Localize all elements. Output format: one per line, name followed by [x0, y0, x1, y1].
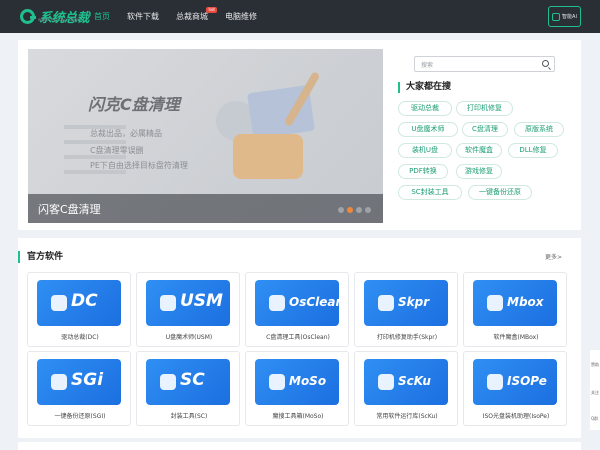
- hot-tag[interactable]: SC封装工具: [398, 185, 462, 200]
- app-label: 驱动总裁(DC): [61, 334, 99, 341]
- hot-tag[interactable]: 打印机修复: [456, 101, 513, 116]
- top-navbar: [0, 0, 600, 33]
- sponsor-button[interactable]: 赞助: [591, 362, 599, 368]
- nav-item-store[interactable]: 总裁商城 hot: [176, 0, 217, 33]
- carousel-dot[interactable]: [356, 207, 362, 213]
- app-logo-text: MoSo: [289, 374, 327, 388]
- app-label: C盘清理工具(OsClean): [266, 334, 330, 341]
- logo-icon: [20, 8, 36, 24]
- app-logo-text: OsClean: [289, 295, 345, 309]
- app-card-mbox[interactable]: Mbox 软件魔盒(MBox): [463, 272, 567, 347]
- app-label: 打印机修复助手(Skpr): [376, 334, 438, 341]
- logo-url: www.sysceo.com: [38, 17, 80, 22]
- broom-icon: [269, 295, 285, 311]
- app-label: 魔搜工具箱(MoSo): [272, 413, 324, 420]
- carousel-dot-active[interactable]: [347, 207, 353, 213]
- qq-group-button[interactable]: Q群: [591, 416, 598, 422]
- carousel-dot[interactable]: [338, 207, 344, 213]
- site-logo[interactable]: 系统总裁: [20, 7, 90, 26]
- printer-icon: [378, 295, 394, 311]
- app-logo-text: DC: [71, 291, 98, 311]
- next-section-edge: [18, 442, 581, 450]
- app-logo-text: ScKu: [398, 374, 431, 388]
- hot-tag[interactable]: 原版系统: [514, 122, 564, 137]
- nav-item-download[interactable]: 软件下载: [127, 0, 159, 33]
- app-card-sgi[interactable]: SGi 一键备份还原(SGI): [27, 351, 131, 426]
- banner-caption[interactable]: 闪客C盘清理: [38, 201, 101, 217]
- banner-title: 闪克C盘清理: [88, 95, 180, 114]
- app-label: 常用软件运行库(ScKu): [376, 413, 438, 420]
- banner-illustration-box: [233, 134, 303, 179]
- app-label: 一键备份还原(SGI): [54, 413, 106, 420]
- hot-tag[interactable]: 游戏修复: [456, 164, 502, 179]
- banner-line-1: 总裁出品，必属精品: [90, 129, 162, 138]
- restore-icon: [51, 374, 67, 390]
- app-card-dc[interactable]: DC 驱动总裁(DC): [27, 272, 131, 347]
- package-icon: [160, 374, 176, 390]
- disc-icon: [487, 374, 503, 390]
- ai-button-label: 智能AI: [562, 14, 577, 20]
- ai-button[interactable]: 智能AI: [548, 6, 581, 27]
- usb-icon: [160, 295, 176, 311]
- search-icon[interactable]: [542, 60, 549, 67]
- logo-text: 系统总裁: [39, 10, 90, 26]
- hot-tag[interactable]: C盘清理: [462, 122, 508, 137]
- app-label: U盘魔术师(USM): [165, 334, 213, 341]
- app-card-skpr[interactable]: Skpr 打印机修复助手(Skpr): [354, 272, 458, 347]
- app-label: 软件魔盒(MBox): [493, 334, 539, 341]
- app-logo-text: USM: [180, 291, 223, 311]
- carousel-dot[interactable]: [365, 207, 371, 213]
- main-nav: 首页 软件下载 总裁商城 hot 电脑维修: [94, 0, 274, 33]
- hot-tag[interactable]: PDF转换: [398, 164, 448, 179]
- app-logo-text: SC: [180, 370, 205, 390]
- search-placeholder: 搜索: [421, 62, 434, 69]
- hot-tag[interactable]: DLL修复: [508, 143, 558, 158]
- more-link[interactable]: 更多>: [545, 252, 562, 261]
- app-label: ISO光盘装机助理(IsoPe): [482, 413, 550, 420]
- section-title: 官方软件: [18, 251, 63, 263]
- app-card-moso[interactable]: MoSo 魔搜工具箱(MoSo): [245, 351, 349, 426]
- app-card-scku[interactable]: ScKu 常用软件运行库(ScKu): [354, 351, 458, 426]
- app-card-usm[interactable]: USM U盘魔术师(USM): [136, 272, 240, 347]
- search-input[interactable]: 搜索: [414, 56, 555, 72]
- nav-item-home[interactable]: 首页: [94, 0, 110, 33]
- floating-toolbar: 赞助 关注 Q群: [590, 350, 600, 430]
- banner-line-3: PE下自由选择目标盘符清理: [90, 161, 188, 170]
- hot-tag[interactable]: 装机U盘: [398, 143, 452, 158]
- hot-tag[interactable]: U盘魔术师: [398, 122, 458, 137]
- hot-search-title: 大家都在搜: [398, 82, 451, 93]
- carousel-dots: [338, 207, 374, 213]
- follow-button[interactable]: 关注: [591, 390, 599, 396]
- code-icon: [378, 374, 394, 390]
- search-icon: [269, 374, 285, 390]
- hot-tag[interactable]: 一键备份还原: [468, 185, 532, 200]
- app-logo-text: Mbox: [507, 295, 544, 309]
- app-logo-text: SGi: [71, 370, 104, 390]
- app-card-isope[interactable]: ISOPe ISO光盘装机助理(IsoPe): [463, 351, 567, 426]
- app-logo-text: ISOPe: [507, 374, 547, 388]
- app-logo-text: Skpr: [398, 295, 430, 309]
- box-icon: [487, 295, 503, 311]
- ai-icon: [552, 12, 561, 21]
- banner-line-2: C盘清理零误删: [90, 146, 144, 155]
- hot-tag[interactable]: 驱动总裁: [398, 101, 452, 116]
- app-card-osclean[interactable]: OsClean C盘清理工具(OsClean): [245, 272, 349, 347]
- gear-icon: [51, 295, 67, 311]
- nav-item-store-label: 总裁商城: [176, 12, 208, 21]
- app-card-sc[interactable]: SC 封装工具(SC): [136, 351, 240, 426]
- app-label: 封装工具(SC): [170, 413, 208, 420]
- hot-tag[interactable]: 软件魔盒: [456, 143, 502, 158]
- hot-badge: hot: [206, 7, 217, 13]
- nav-item-repair[interactable]: 电脑维修: [225, 0, 257, 33]
